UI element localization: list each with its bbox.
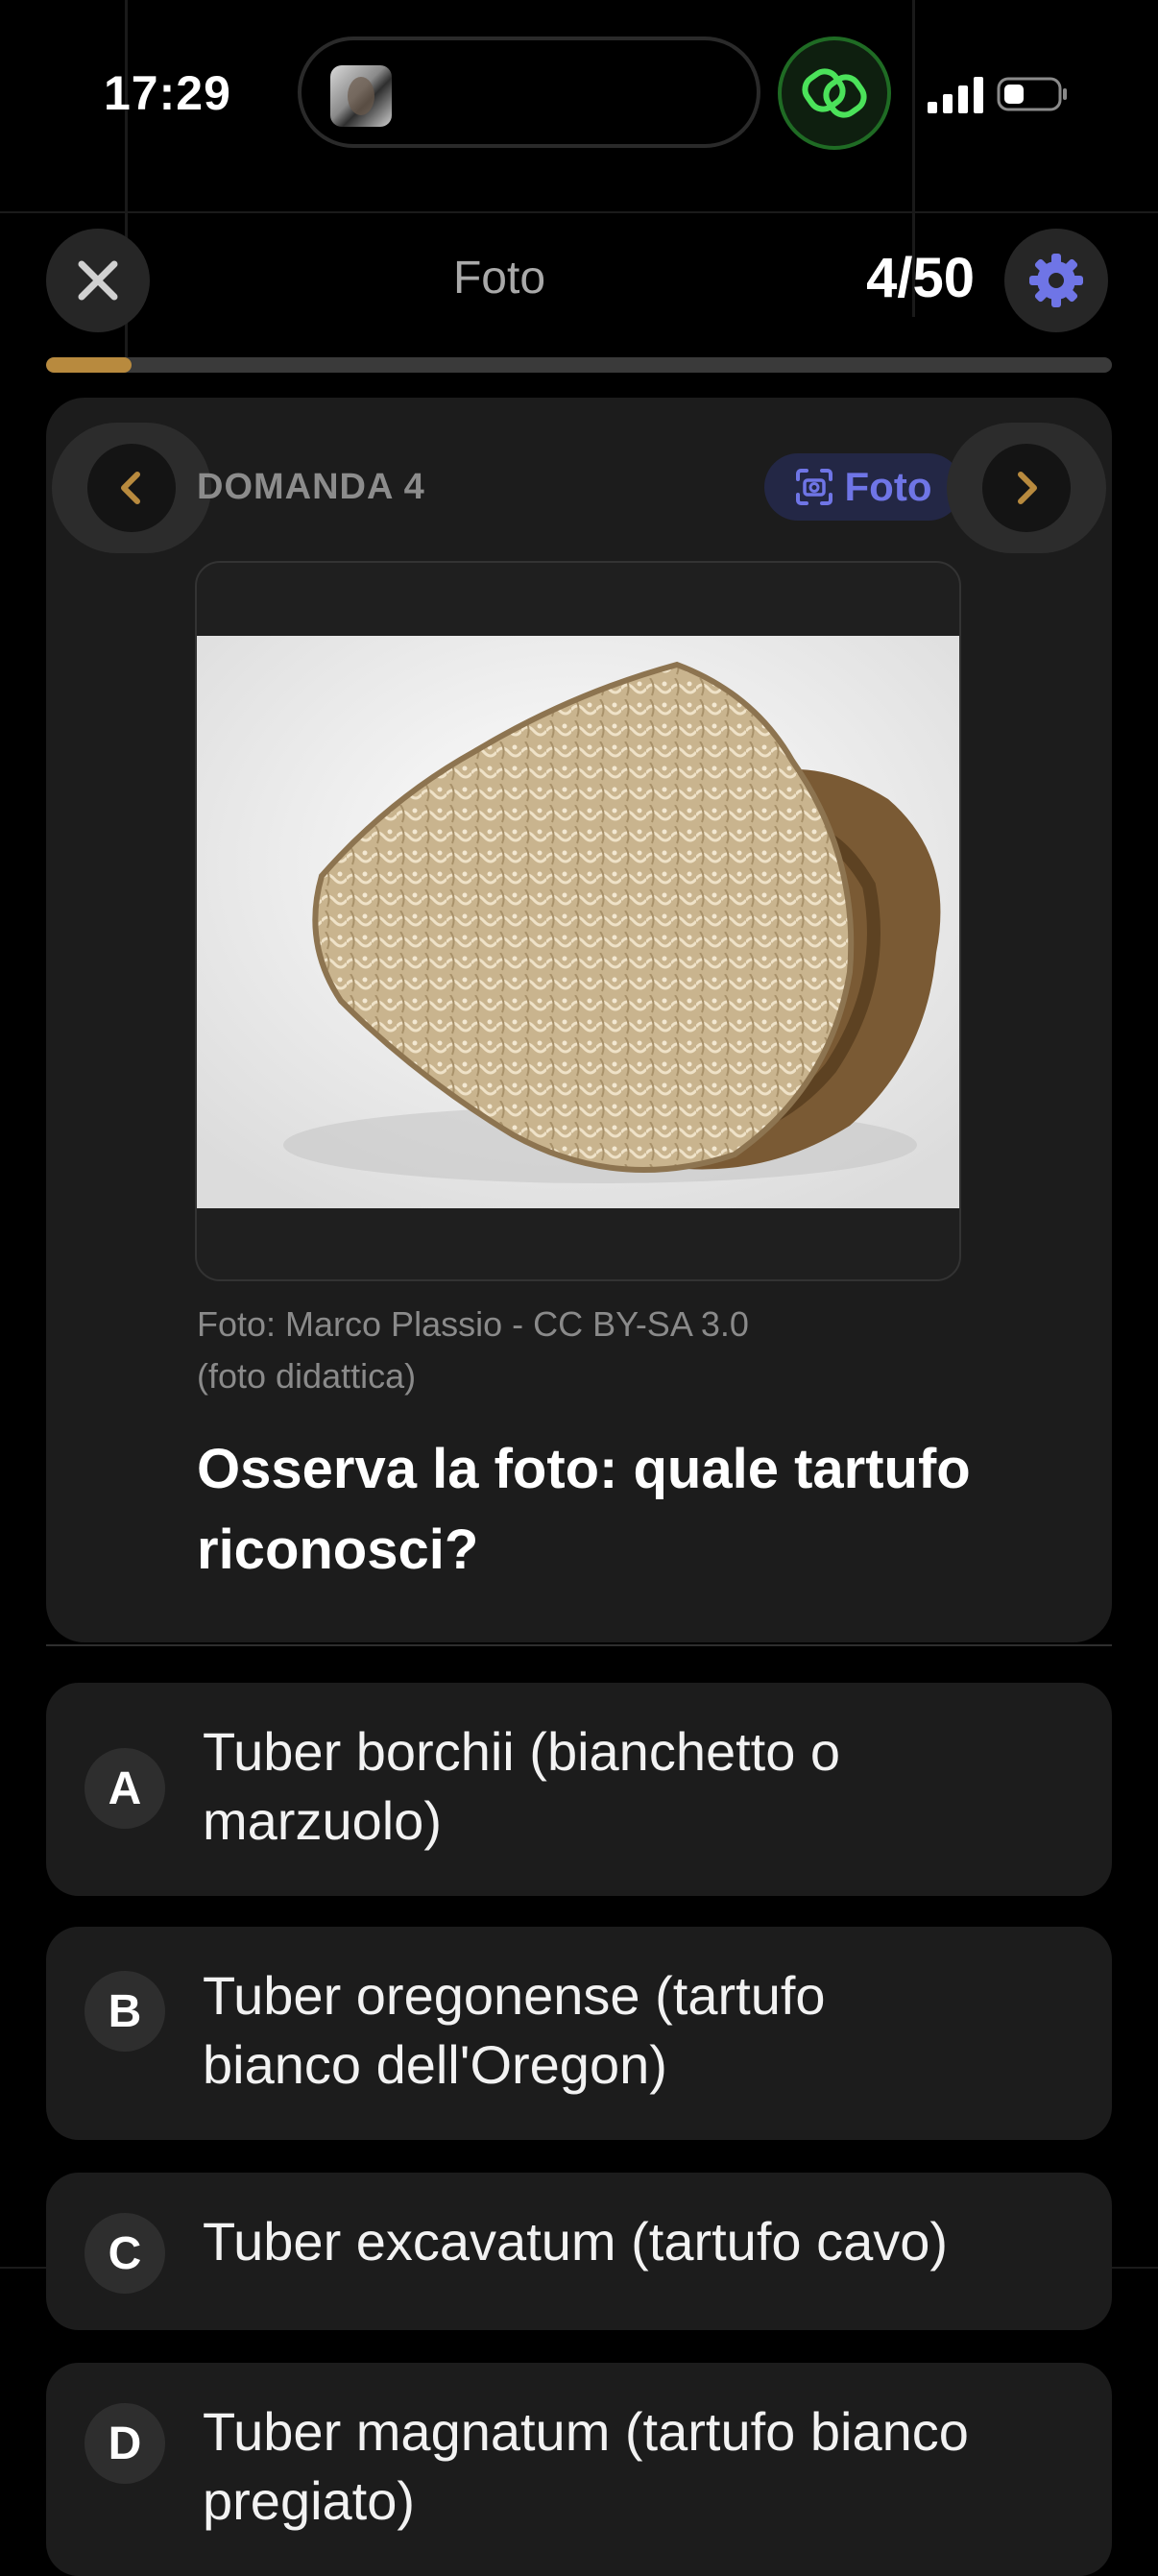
quiz-progress-bar bbox=[46, 357, 1112, 373]
contact-avatar bbox=[330, 65, 392, 127]
question-text: Osserva la foto: quale tartufo riconosci… bbox=[197, 1438, 971, 1581]
answer-text: Tuber borchii (bianchetto o marzuolo) bbox=[203, 1721, 841, 1851]
answer-letter: A bbox=[84, 1748, 165, 1829]
battery-icon bbox=[997, 77, 1067, 111]
previous-question-button[interactable] bbox=[52, 423, 211, 553]
photo-credit-author: Foto: Marco Plassio - CC BY-SA 3.0 bbox=[197, 1304, 749, 1344]
question-counter: 4/50 bbox=[866, 247, 975, 309]
divider bbox=[46, 1644, 1112, 1646]
truffle-photo bbox=[197, 636, 959, 1208]
answer-letter: D bbox=[84, 2403, 165, 2484]
answer-letter: C bbox=[84, 2213, 165, 2294]
dynamic-island[interactable] bbox=[298, 36, 760, 148]
quiz-progress-fill bbox=[46, 357, 132, 373]
next-question-button[interactable] bbox=[947, 423, 1106, 553]
camera-scan-icon bbox=[795, 469, 832, 505]
chevron-left-icon bbox=[121, 472, 140, 504]
question-number-label: DOMANDA 4 bbox=[197, 467, 425, 507]
photo-credit-note: (foto didattica) bbox=[197, 1356, 417, 1396]
answer-option-c[interactable]: C Tuber excavatum (tartufo cavo) bbox=[46, 2173, 1112, 2330]
photo-badge-label: Foto bbox=[844, 464, 932, 509]
answer-option-a[interactable]: A Tuber borchii (bianchetto o marzuolo) bbox=[46, 1683, 1112, 1896]
question-photo-frame[interactable] bbox=[195, 561, 961, 1281]
status-time: 17:29 bbox=[104, 66, 231, 120]
cellular-signal-icon bbox=[928, 77, 983, 113]
answer-letter: B bbox=[84, 1971, 165, 2052]
gear-icon bbox=[1029, 254, 1083, 307]
photo-credit: Foto: Marco Plassio - CC BY-SA 3.0 (foto… bbox=[197, 1299, 965, 1402]
photo-badge: Foto bbox=[764, 453, 962, 521]
answer-text: Tuber magnatum (tartufo bianco pregiato) bbox=[203, 2401, 969, 2531]
link-icon[interactable] bbox=[778, 36, 891, 150]
answer-text: Tuber excavatum (tartufo cavo) bbox=[203, 2211, 949, 2272]
answer-text: Tuber oregonense (tartufo bianco dell'Or… bbox=[203, 1965, 826, 2095]
settings-button[interactable] bbox=[1004, 229, 1108, 332]
answer-option-d[interactable]: D Tuber magnatum (tartufo bianco pregiat… bbox=[46, 2363, 1112, 2576]
answer-option-b[interactable]: B Tuber oregonense (tartufo bianco dell'… bbox=[46, 1927, 1112, 2140]
chevron-right-icon bbox=[1018, 472, 1037, 504]
